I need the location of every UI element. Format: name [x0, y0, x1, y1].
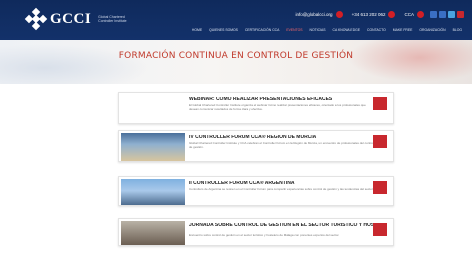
- article-card[interactable]: IV CONTROLLER FÓRUM CCA® REGIÓN DE MURCI…: [118, 130, 394, 162]
- article-title[interactable]: II CONTROLLER FÓRUM CCA® ARGENTINA: [189, 181, 375, 187]
- article-thumbnail[interactable]: [121, 179, 185, 205]
- cca-link[interactable]: CCA: [404, 12, 414, 17]
- date-badge: [373, 97, 387, 110]
- article-thumbnail[interactable]: [121, 221, 185, 245]
- article-excerpt: Encuentro sobre control de gestión en el…: [189, 234, 340, 237]
- phone-number[interactable]: +34 613 202 062: [352, 12, 386, 17]
- article-card[interactable]: II CONTROLLER FÓRUM CCA® ARGENTINA Contr…: [118, 176, 394, 206]
- article-title[interactable]: WEBINAR: CÓMO REALIZAR PRESENTACIONES EF…: [189, 97, 375, 103]
- date-badge: [373, 181, 387, 194]
- nav-item[interactable]: ORGANIZACIÓN: [419, 28, 445, 32]
- twitter-icon[interactable]: [448, 11, 455, 18]
- email-icon: [335, 11, 343, 18]
- social-links: [430, 11, 464, 18]
- article-excerpt: Controllers de Argentina se reúnen en el…: [189, 188, 374, 191]
- facebook-icon[interactable]: [439, 11, 446, 18]
- article-excerpt: Global Chartered Controller Institute y …: [189, 142, 374, 149]
- hero-banner: [0, 40, 472, 84]
- article-excerpt: El Global Chartered Controller Institute…: [189, 104, 366, 111]
- nav-item[interactable]: EVENTOS: [286, 28, 302, 32]
- hero-background-left: [0, 44, 150, 84]
- youtube-icon[interactable]: [457, 11, 464, 18]
- email-link[interactable]: info@globalcci.org: [295, 12, 332, 17]
- nav-item[interactable]: CA KNOWLEDGE: [333, 28, 361, 32]
- nav-item[interactable]: CERTIFICACIÓN CCA: [245, 28, 279, 32]
- date-badge: [373, 135, 387, 148]
- article-card[interactable]: WEBINAR: CÓMO REALIZAR PRESENTACIONES EF…: [118, 92, 394, 124]
- phone-icon: [388, 11, 396, 18]
- article-title[interactable]: IV CONTROLLER FÓRUM CCA® REGIÓN DE MURCI…: [189, 135, 375, 141]
- hero-background-right: [342, 40, 472, 84]
- nav-item[interactable]: BLOG: [453, 28, 462, 32]
- nav-item[interactable]: CONTACTO: [367, 28, 386, 32]
- article-card[interactable]: JORNADA SOBRE CONTROL DE GESTIÓN EN EL S…: [118, 218, 394, 246]
- gcci-logo-icon: [24, 7, 48, 31]
- article-thumbnail[interactable]: [121, 133, 185, 161]
- cca-icon: [417, 11, 424, 18]
- linkedin-icon[interactable]: [430, 11, 437, 18]
- main-nav: HOME QUIENES SOMOS CERTIFICACIÓN CCA EVENTO…: [192, 28, 462, 32]
- article-title[interactable]: JORNADA SOBRE CONTROL DE GESTIÓN EN EL S…: [189, 223, 375, 229]
- nav-item[interactable]: MAKE FREE: [393, 28, 413, 32]
- contact-bar: info@globalcci.org +34 613 202 062 CCA: [295, 11, 424, 18]
- nav-item[interactable]: QUIENES SOMOS: [209, 28, 238, 32]
- nav-item[interactable]: NOTICIAS: [310, 28, 326, 32]
- nav-item[interactable]: HOME: [192, 28, 202, 32]
- page-title: FORMACIÓN CONTINUA EN CONTROL DE GESTIÓN: [118, 51, 354, 61]
- site-logo[interactable]: GCCI Global Chartered Controller Institu…: [24, 7, 132, 31]
- date-badge: [373, 223, 387, 236]
- logo-text: GCCI: [50, 10, 92, 27]
- logo-subtitle: Global Chartered Controller Institute: [98, 15, 127, 23]
